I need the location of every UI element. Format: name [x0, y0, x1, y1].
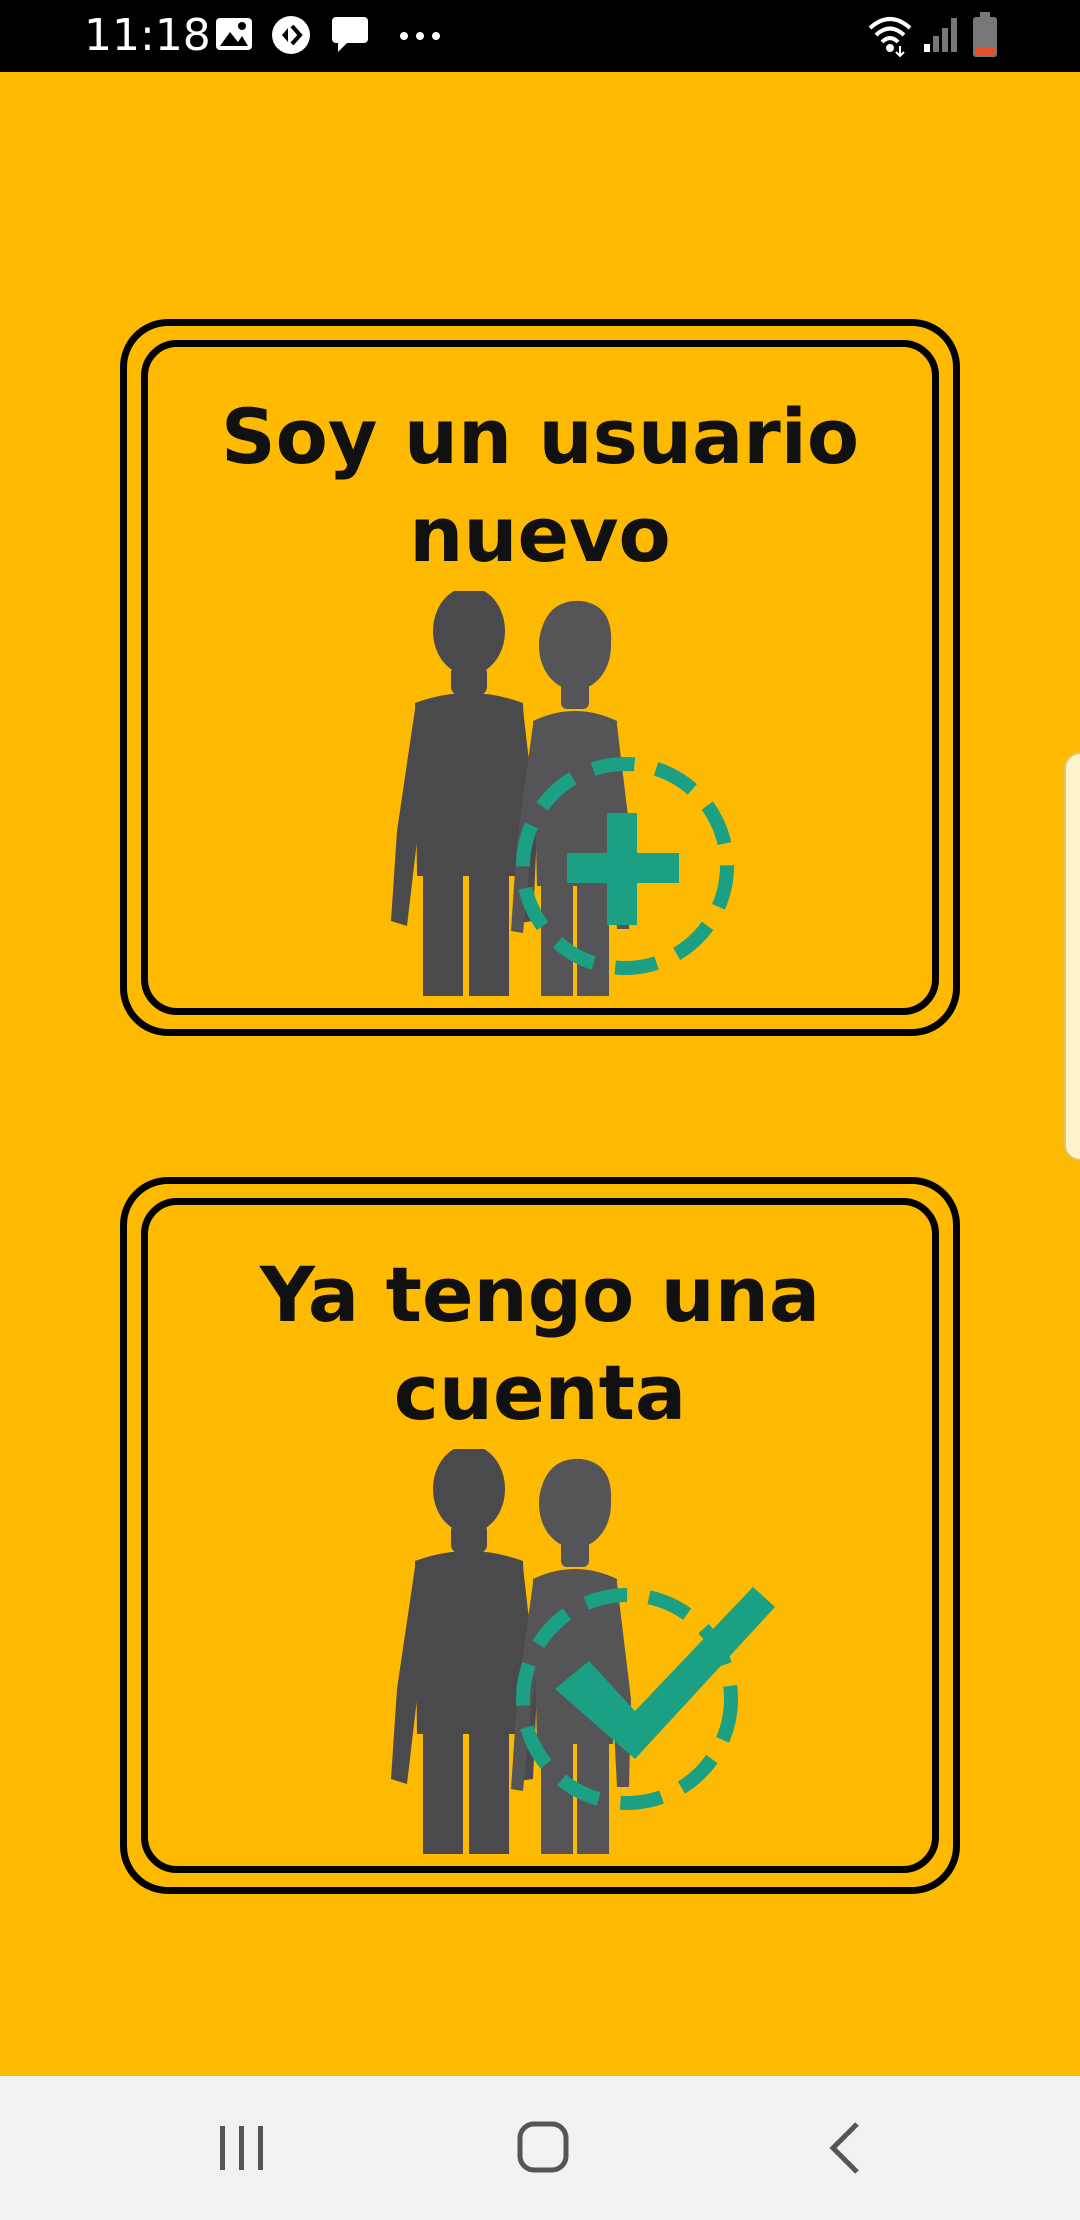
more-dots-icon [400, 32, 440, 40]
gallery-icon [216, 18, 252, 50]
media-icon [272, 16, 310, 54]
existing-account-card[interactable]: Ya tengo una cuenta [120, 1177, 960, 1894]
message-icon [332, 17, 368, 52]
battery-icon [973, 12, 997, 57]
existing-account-title: Ya tengo una cuenta [259, 1250, 821, 1437]
two-people-with-plus-icon [391, 591, 734, 996]
navigation-bar [0, 2076, 1080, 2220]
back-icon[interactable] [805, 2116, 885, 2180]
home-icon[interactable] [503, 2116, 583, 2180]
two-people-with-check-icon [391, 1449, 775, 1854]
main-content: Soy un usuario nuevo Ya tengo una cuenta [0, 72, 1080, 2076]
new-user-card[interactable]: Soy un usuario nuevo [120, 319, 960, 1036]
new-user-title: Soy un usuario nuevo [220, 392, 860, 579]
recent-apps-icon[interactable] [202, 2116, 282, 2180]
wifi-icon [868, 17, 912, 58]
edge-panel-handle[interactable] [1064, 752, 1080, 1161]
status-bar: 11:18 [0, 0, 1080, 72]
signal-icon [924, 18, 957, 52]
status-time: 11:18 [84, 10, 211, 61]
